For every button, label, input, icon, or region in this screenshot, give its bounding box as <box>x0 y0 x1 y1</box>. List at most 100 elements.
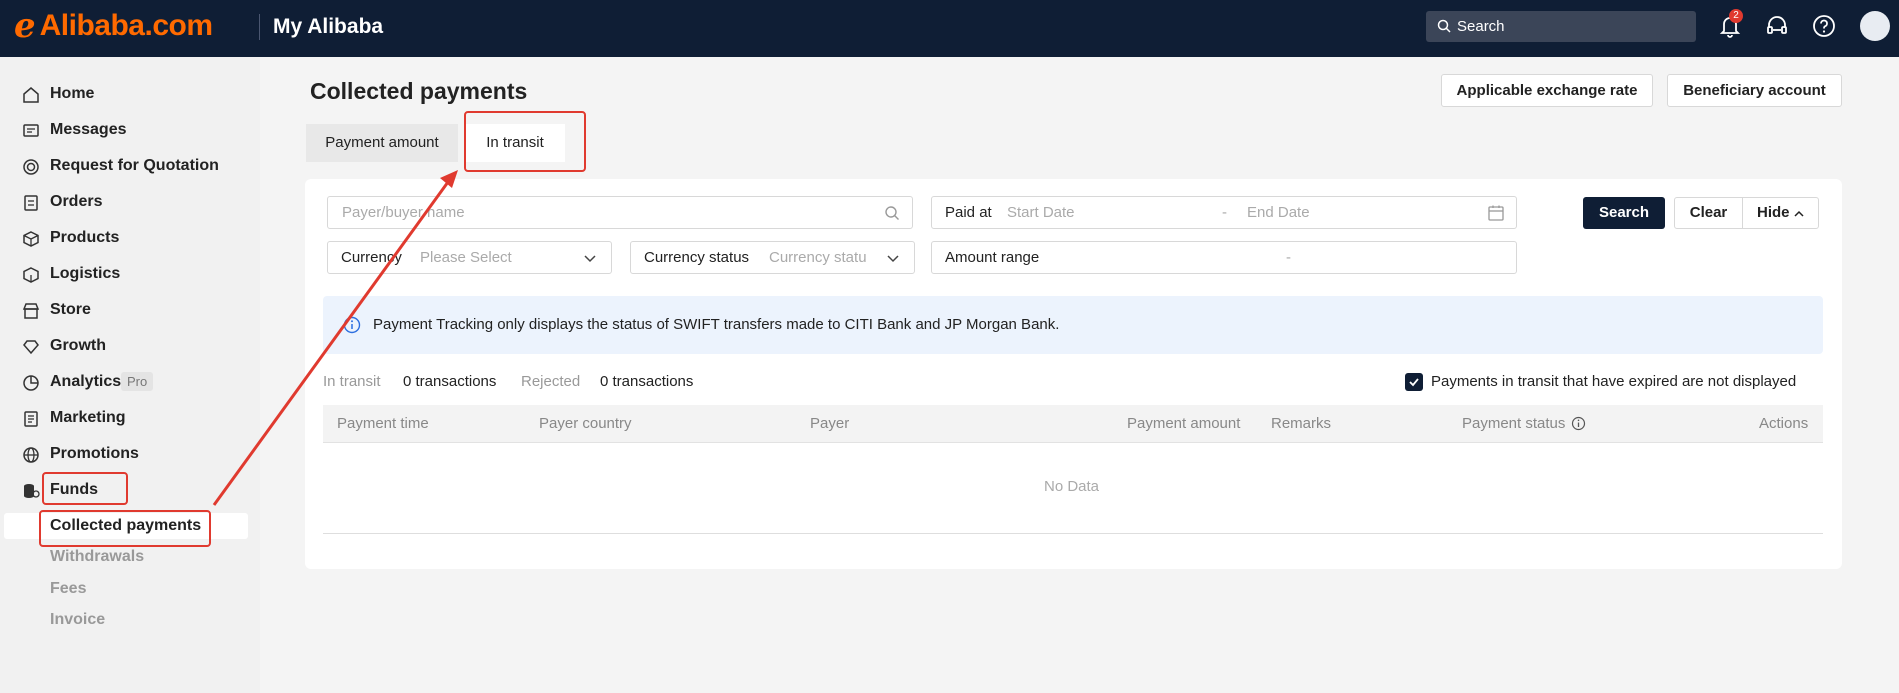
column-payment-amount: Payment amount <box>1127 415 1241 432</box>
sidebar-item-funds[interactable]: Funds <box>0 472 260 508</box>
paid-at-label: Paid at <box>945 204 992 221</box>
column-payer-country: Payer country <box>539 415 632 432</box>
diamond-icon <box>23 340 39 355</box>
date-separator: - <box>1222 204 1227 221</box>
subitem-withdrawals[interactable]: Withdrawals <box>50 548 144 566</box>
top-bar: ℯ Alibaba.com My Alibaba Search 2 <box>0 0 1899 57</box>
subitem-fees[interactable]: Fees <box>50 580 86 598</box>
logo-text: Alibaba.com <box>39 9 213 42</box>
check-icon <box>1409 378 1419 387</box>
search-button[interactable]: Search <box>1583 197 1665 229</box>
currency-status-placeholder: Currency statu <box>769 249 867 266</box>
sidebar-item-label: Growth <box>50 337 106 354</box>
search-icon <box>1437 19 1451 33</box>
sidebar-item-label: Request for Quotation <box>50 157 219 174</box>
currency-status-label: Currency status <box>644 249 750 266</box>
sidebar-item-label: Promotions <box>50 445 139 462</box>
clipboard-icon <box>24 195 38 211</box>
sidebar-item-label: Messages <box>50 121 127 138</box>
alibaba-logo[interactable]: ℯ Alibaba.com <box>14 8 213 44</box>
end-date-placeholder: End Date <box>1247 204 1310 221</box>
column-remarks: Remarks <box>1271 415 1332 432</box>
amount-separator: - <box>1286 249 1291 266</box>
column-payment-time: Payment time <box>337 415 429 432</box>
pie-icon <box>23 375 39 391</box>
notification-badge: 2 <box>1729 9 1743 23</box>
rejected-count: 0 transactions <box>600 373 694 390</box>
sidebar-item-rfq[interactable]: Request for Quotation <box>0 148 260 184</box>
help-icon[interactable] <box>1810 12 1838 40</box>
subitem-invoice[interactable]: Invoice <box>50 611 105 629</box>
annotation-box-funds <box>42 472 128 505</box>
header-title[interactable]: My Alibaba <box>273 14 383 40</box>
search-input[interactable]: Search <box>1426 11 1696 42</box>
currency-label: Currency <box>341 249 402 266</box>
sidebar-item-promotions[interactable]: Promotions <box>0 436 260 472</box>
expired-payments-label: Payments in transit that have expired ar… <box>1431 373 1797 390</box>
header-divider <box>259 14 260 40</box>
hide-button[interactable]: Hide <box>1742 197 1819 229</box>
hide-button-label: Hide <box>1757 204 1790 221</box>
document-icon <box>24 411 38 427</box>
box-icon <box>23 231 39 247</box>
coins-icon <box>24 484 40 498</box>
clear-button[interactable]: Clear <box>1674 197 1743 229</box>
payer-name-input[interactable]: Payer/buyer name <box>327 196 913 229</box>
expired-payments-checkbox[interactable] <box>1405 373 1423 391</box>
home-icon <box>23 87 39 103</box>
sidebar-item-label: Store <box>50 301 91 318</box>
currency-status-select[interactable]: Currency status Currency statu <box>630 241 915 274</box>
sidebar-item-orders[interactable]: Orders <box>0 184 260 220</box>
table-bottom-divider <box>323 533 1823 534</box>
sidebar-item-messages[interactable]: Messages <box>0 112 260 148</box>
in-transit-label: In transit <box>323 373 381 390</box>
sidebar-item-label: Products <box>50 229 120 246</box>
annotation-box-in-transit <box>464 111 586 172</box>
sidebar-item-marketing[interactable]: Marketing <box>0 400 260 436</box>
sidebar-item-products[interactable]: Products <box>0 220 260 256</box>
paid-at-date-range[interactable]: Paid at Start Date - End Date <box>931 196 1517 229</box>
sidebar-item-analytics[interactable]: Analytics Pro <box>0 364 260 400</box>
logo-mark: ℯ <box>14 7 36 45</box>
sidebar-item-home[interactable]: Home <box>0 76 260 112</box>
column-actions: Actions <box>1759 415 1809 432</box>
exchange-rate-button[interactable]: Applicable exchange rate <box>1441 74 1653 107</box>
sidebar-item-growth[interactable]: Growth <box>0 328 260 364</box>
globe-icon <box>23 447 39 463</box>
table-header: Payment time Payer country Payer Payment… <box>323 405 1823 443</box>
target-icon <box>23 159 39 175</box>
payer-placeholder: Payer/buyer name <box>342 204 465 221</box>
amount-range-input[interactable]: Amount range - <box>931 241 1517 274</box>
start-date-placeholder: Start Date <box>1007 204 1075 221</box>
sidebar-item-label: Analytics <box>50 373 122 390</box>
beneficiary-account-button[interactable]: Beneficiary account <box>1667 74 1842 107</box>
sidebar-item-label: Orders <box>50 193 103 210</box>
currency-placeholder: Please Select <box>420 249 512 266</box>
cube-icon <box>23 267 39 283</box>
notice-text: Payment Tracking only displays the statu… <box>373 316 1060 333</box>
rejected-label: Rejected <box>521 373 581 390</box>
in-transit-count: 0 transactions <box>403 373 497 390</box>
sidebar-item-label: Logistics <box>50 265 121 282</box>
info-icon <box>343 316 361 334</box>
search-placeholder: Search <box>1457 18 1505 35</box>
sidebar-item-logistics[interactable]: Logistics <box>0 256 260 292</box>
headset-icon[interactable] <box>1763 12 1791 40</box>
messages-icon <box>23 124 39 137</box>
avatar[interactable] <box>1860 11 1890 41</box>
annotation-box-collected-payments <box>39 510 211 547</box>
currency-select[interactable]: Currency Please Select <box>327 241 612 274</box>
tab-payment-amount[interactable]: Payment amount <box>306 124 458 162</box>
info-notice: Payment Tracking only displays the statu… <box>323 296 1823 354</box>
amount-range-label: Amount range <box>945 249 1040 266</box>
sidebar-item-store[interactable]: Store <box>0 292 260 328</box>
chevron-up-icon <box>1794 210 1804 217</box>
calendar-icon <box>1488 205 1504 221</box>
chevron-down-icon <box>887 255 899 263</box>
column-payment-status: Payment status <box>1462 415 1566 432</box>
page-title: Collected payments <box>310 78 528 104</box>
empty-table-text: No Data <box>1044 478 1100 495</box>
info-icon[interactable] <box>1571 416 1586 431</box>
column-payer: Payer <box>810 415 850 432</box>
sidebar-item-label: Home <box>50 85 95 102</box>
